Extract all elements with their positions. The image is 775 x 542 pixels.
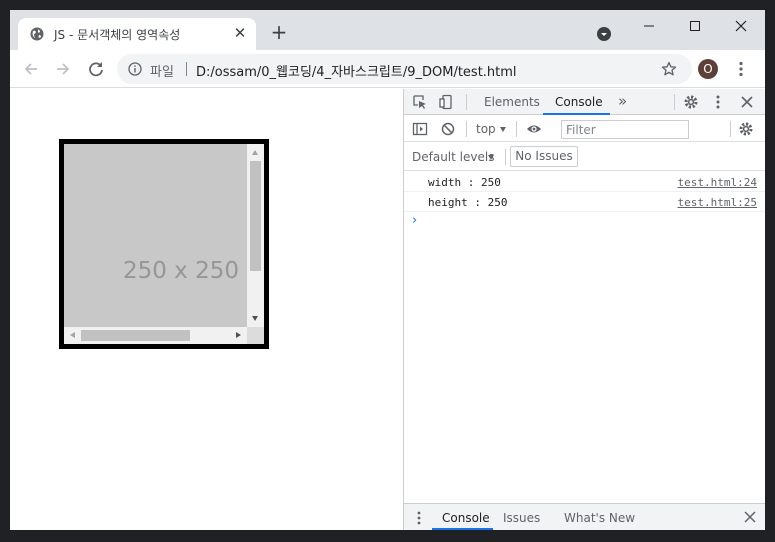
toolbar-divider: [730, 121, 731, 137]
back-arrow-icon[interactable]: [21, 59, 41, 79]
console-settings-gear-icon[interactable]: [738, 121, 754, 137]
toolbar-divider: [466, 121, 467, 137]
browser-window: JS - 문서객체의 영역속성 ✕ + 파일 D:/ossam/0_웹코딩/4_…: [10, 10, 765, 530]
more-vert-icon[interactable]: [736, 61, 746, 77]
issues-button[interactable]: No Issues: [510, 146, 578, 167]
active-tab-indicator: [543, 113, 610, 115]
console-filter-input[interactable]: [561, 120, 689, 139]
reload-icon[interactable]: [86, 59, 106, 79]
console-levels-bar: Default levels No Issues: [404, 143, 765, 171]
close-icon[interactable]: ✕: [232, 25, 248, 41]
log-message: width : 250: [428, 176, 501, 189]
log-source-link[interactable]: test.html:25: [678, 196, 757, 209]
profile-avatar[interactable]: O: [698, 59, 718, 79]
scheme-label: 파일: [150, 65, 174, 80]
scroll-box[interactable]: 250 x 250: [59, 139, 269, 349]
new-tab-button[interactable]: +: [269, 22, 289, 43]
scroll-down-arrow-icon[interactable]: [252, 316, 258, 321]
console-log-row: height : 250 test.html:25: [404, 192, 765, 212]
minimize-icon[interactable]: [639, 16, 659, 36]
toolbar-divider: [516, 121, 517, 137]
maximize-icon[interactable]: [685, 16, 705, 36]
drawer-active-indicator: [432, 528, 493, 530]
tab-console[interactable]: Console: [555, 95, 603, 109]
placeholder-label: 250 x 250: [122, 258, 239, 284]
context-select[interactable]: top: [476, 122, 496, 136]
clear-console-icon[interactable]: [440, 121, 456, 137]
forward-arrow-icon[interactable]: [53, 59, 73, 79]
scroll-right-arrow-icon[interactable]: [236, 332, 241, 338]
scroll-corner: [247, 327, 264, 344]
page-viewport: 250 x 250: [10, 89, 403, 530]
levels-caret-icon: [488, 155, 494, 160]
console-toolbar: top: [404, 116, 765, 142]
browser-toolbar: 파일 D:/ossam/0_웹코딩/4_자바스크립트/9_DOM/test.ht…: [10, 50, 765, 88]
live-expression-eye-icon[interactable]: [526, 121, 542, 137]
drawer-tab-issues[interactable]: Issues: [503, 511, 540, 525]
drawer-tab-console[interactable]: Console: [442, 511, 490, 525]
window-close-icon[interactable]: [731, 16, 751, 36]
url-text[interactable]: D:/ossam/0_웹코딩/4_자바스크립트/9_DOM/test.html: [196, 61, 517, 80]
address-bar[interactable]: 파일 D:/ossam/0_웹코딩/4_자바스크립트/9_DOM/test.ht…: [117, 54, 692, 84]
placeholder-image: 250 x 250: [64, 144, 247, 327]
bookmark-star-icon[interactable]: [661, 61, 677, 77]
log-message: height : 250: [428, 196, 508, 209]
drawer-more-vert-icon[interactable]: [416, 510, 422, 526]
devtools-panel: Elements Console » top Filter Default le…: [403, 89, 765, 530]
devtools-close-icon[interactable]: [739, 94, 755, 110]
settings-gear-icon[interactable]: [683, 94, 699, 110]
vertical-scrollbar[interactable]: [247, 144, 264, 327]
console-log-row: width : 250 test.html:24: [404, 172, 765, 192]
globe-icon: [30, 27, 44, 41]
title-bar: JS - 문서객체의 영역속성 ✕ +: [10, 10, 765, 50]
console-prompt[interactable]: ›: [412, 213, 417, 228]
device-toolbar-icon[interactable]: [438, 94, 454, 110]
devtools-more-vert-icon[interactable]: [710, 94, 726, 110]
tab-title: JS - 문서객체의 영역속성: [54, 28, 181, 42]
drawer-tab-whats-new[interactable]: What's New: [564, 511, 635, 525]
toolbar-divider: [674, 94, 675, 110]
devtools-drawer: Console Issues What's New: [404, 503, 765, 530]
toolbar-divider: [505, 149, 506, 165]
horizontal-scrollbar[interactable]: [64, 327, 247, 344]
browser-tab[interactable]: JS - 문서객체의 영역속성 ✕: [18, 18, 256, 50]
scroll-left-arrow-icon[interactable]: [70, 332, 75, 338]
scroll-up-arrow-icon[interactable]: [252, 150, 258, 155]
tab-elements[interactable]: Elements: [484, 95, 540, 109]
more-tabs-icon[interactable]: »: [618, 92, 627, 110]
drawer-close-icon[interactable]: [743, 510, 757, 524]
devtools-tab-bar: Elements Console »: [404, 89, 765, 115]
context-caret-icon: [500, 127, 506, 132]
inspect-element-icon[interactable]: [412, 94, 428, 110]
tab-search-icon[interactable]: [597, 27, 611, 41]
info-icon[interactable]: [128, 62, 142, 76]
log-levels-dropdown[interactable]: Default levels: [412, 150, 494, 164]
log-source-link[interactable]: test.html:24: [678, 176, 757, 189]
toolbar-divider: [466, 94, 467, 110]
vertical-scroll-thumb[interactable]: [250, 161, 261, 271]
horizontal-scroll-thumb[interactable]: [81, 330, 190, 341]
omnibox-divider: [186, 62, 187, 76]
sidebar-toggle-icon[interactable]: [412, 121, 428, 137]
